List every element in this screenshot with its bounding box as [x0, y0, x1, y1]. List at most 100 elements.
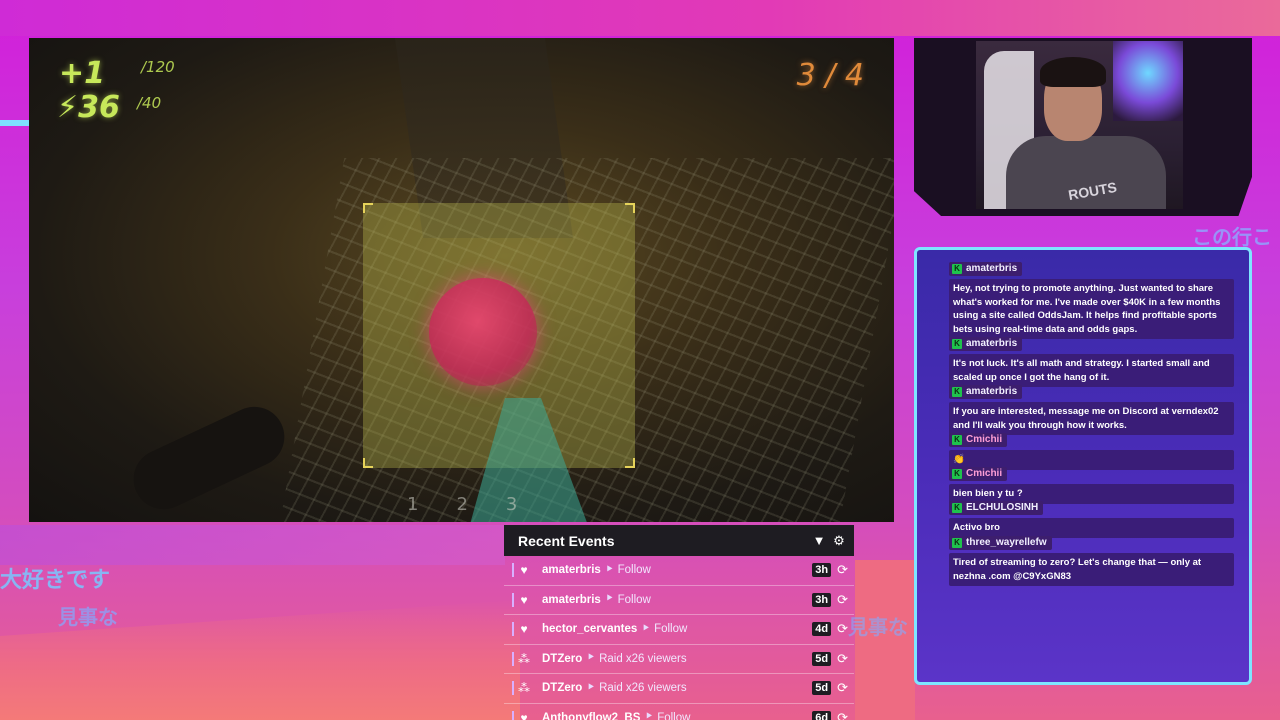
chat-message: Kamaterbris Hey, not trying to promote a… — [949, 258, 1234, 339]
target-orb — [429, 278, 537, 386]
event-row: ⁂ DTZero ⯈ Raid x26 viewers 5d ⟳ — [504, 674, 854, 704]
weapon-slot: 2 — [456, 494, 468, 515]
event-arrow-icon: ⯈ — [644, 711, 654, 720]
event-type: Raid x26 viewers — [599, 652, 687, 665]
event-username: DTZero — [542, 652, 583, 665]
chat-username-tag[interactable]: Kthree_wayrellefw — [949, 535, 1052, 550]
chat-username-tag[interactable]: Kamaterbris — [949, 261, 1023, 276]
event-time: 5d — [812, 681, 832, 696]
chat-username: amaterbris — [966, 338, 1018, 349]
event-arrow-icon: ⯈ — [586, 681, 596, 694]
raid-icon: ⁂ — [518, 651, 530, 666]
kick-badge-icon: K — [952, 537, 962, 548]
heart-icon: ♥ — [520, 592, 528, 607]
filter-icon[interactable]: ▼ — [812, 533, 826, 548]
event-row-marker — [512, 651, 514, 666]
event-type: Raid x26 viewers — [599, 682, 687, 695]
accent-stripe — [0, 120, 30, 126]
bottom-accent — [855, 560, 915, 720]
event-row-marker — [512, 563, 514, 578]
event-arrow-icon: ⯈ — [604, 563, 614, 576]
event-username: amaterbris — [542, 564, 601, 577]
replay-icon[interactable]: ⟳ — [837, 710, 848, 720]
recent-events-panel: Recent Events ▼ ⚙ ♥ amaterbris ⯈ Follow … — [504, 525, 854, 720]
event-row-marker — [512, 681, 514, 696]
reticle-corner — [625, 458, 635, 468]
event-time: 3h — [812, 592, 832, 607]
overlay-jp-text: 見事な — [58, 605, 118, 629]
top-stripe — [0, 0, 1280, 36]
webcam-feed: ROUTS — [976, 41, 1183, 209]
event-type: Follow — [617, 593, 651, 606]
overlay-jp-text: 見事な — [848, 615, 908, 639]
heart-icon: ♥ — [520, 563, 528, 578]
replay-icon[interactable]: ⟳ — [837, 680, 848, 696]
chat-message: Kamaterbris If you are interested, messa… — [949, 381, 1234, 435]
weapon-slot: 1 — [407, 494, 419, 515]
replay-icon[interactable]: ⟳ — [837, 562, 848, 578]
event-row-marker — [512, 622, 514, 637]
heart-icon: ♥ — [520, 622, 528, 637]
kick-badge-icon: K — [952, 434, 962, 445]
overlay-jp-text: この行こ — [1192, 225, 1272, 249]
overlay-jp-text: 大好きです — [0, 568, 111, 593]
chat-message: Kthree_wayrellefw Tired of streaming to … — [949, 532, 1234, 586]
kick-badge-icon: K — [952, 502, 962, 513]
heart-icon: ♥ — [520, 710, 528, 720]
event-time: 6d — [812, 710, 832, 720]
recent-events-header: Recent Events ▼ ⚙ — [504, 525, 854, 556]
player-arm — [123, 397, 295, 519]
chat-username: Cmichii — [966, 434, 1003, 445]
chat-username: amaterbris — [966, 263, 1018, 274]
chat-panel[interactable]: Kamaterbris Hey, not trying to promote a… — [914, 247, 1252, 685]
weapon-slots: 1 2 3 — [407, 494, 517, 515]
replay-icon[interactable]: ⟳ — [837, 651, 848, 667]
event-row-marker — [512, 710, 514, 720]
event-arrow-icon: ⯈ — [604, 593, 614, 606]
webcam-person-hair — [1040, 57, 1106, 87]
event-time: 3h — [812, 563, 832, 578]
kick-badge-icon: K — [952, 386, 962, 397]
event-username: amaterbris — [542, 593, 601, 606]
reticle-corner — [363, 458, 373, 468]
event-username: Anthonyflow2_BS — [542, 711, 641, 720]
gear-icon[interactable]: ⚙ — [832, 533, 846, 549]
event-row: ♥ amaterbris ⯈ Follow 3h ⟳ — [504, 586, 854, 615]
event-row: ♥ Anthonyflow2_BS ⯈ Follow 6d ⟳ — [504, 704, 854, 720]
chat-message-text: Hey, not trying to promote anything. Jus… — [949, 279, 1234, 339]
raid-icon: ⁂ — [518, 681, 530, 696]
event-row: ♥ hector_cervantes ⯈ Follow 4d ⟳ — [504, 615, 854, 645]
kick-badge-icon: K — [952, 468, 962, 479]
chat-username-tag[interactable]: K Cmichii — [949, 466, 1008, 481]
webcam-background-shelf — [1113, 41, 1183, 121]
hud-health-max: /120 — [141, 58, 175, 76]
weapon-slot: 3 — [505, 494, 518, 515]
event-row-marker — [512, 592, 514, 607]
hud-objective-count: 3 / 4 — [796, 58, 864, 93]
chat-message: Kamaterbris It's not luck. It's all math… — [949, 333, 1234, 387]
replay-icon[interactable]: ⟳ — [837, 621, 848, 637]
kick-badge-icon: K — [952, 338, 962, 349]
event-username: DTZero — [542, 682, 583, 695]
event-type: Follow — [657, 711, 691, 720]
hud-health-value: +1 — [59, 56, 106, 91]
replay-icon[interactable]: ⟳ — [837, 592, 848, 608]
chat-username-tag[interactable]: Kamaterbris — [949, 384, 1023, 399]
recent-events-title: Recent Events — [518, 532, 615, 549]
hud-energy-value: ⚡36 — [57, 90, 120, 125]
chat-username-tag[interactable]: K Cmichii — [949, 432, 1008, 447]
event-arrow-icon: ⯈ — [586, 652, 596, 665]
chat-username-tag[interactable]: K ELCHULOSINH — [949, 500, 1044, 515]
event-type: Follow — [617, 564, 651, 577]
event-time: 4d — [812, 622, 832, 637]
game-view[interactable]: +1 /120 ⚡36 /40 3 / 4 1 2 3 — [29, 38, 894, 522]
hud-energy-max: /40 — [137, 94, 162, 112]
event-time: 5d — [812, 651, 832, 666]
mid-stripe — [0, 525, 505, 565]
event-row: ♥ amaterbris ⯈ Follow 3h ⟳ — [504, 556, 854, 586]
chat-username: amaterbris — [966, 386, 1018, 397]
event-username: hector_cervantes — [542, 623, 638, 636]
chat-username-tag[interactable]: Kamaterbris — [949, 336, 1023, 351]
chat-username: Cmichii — [966, 468, 1003, 479]
chat-username: three_wayrellefw — [966, 537, 1047, 548]
